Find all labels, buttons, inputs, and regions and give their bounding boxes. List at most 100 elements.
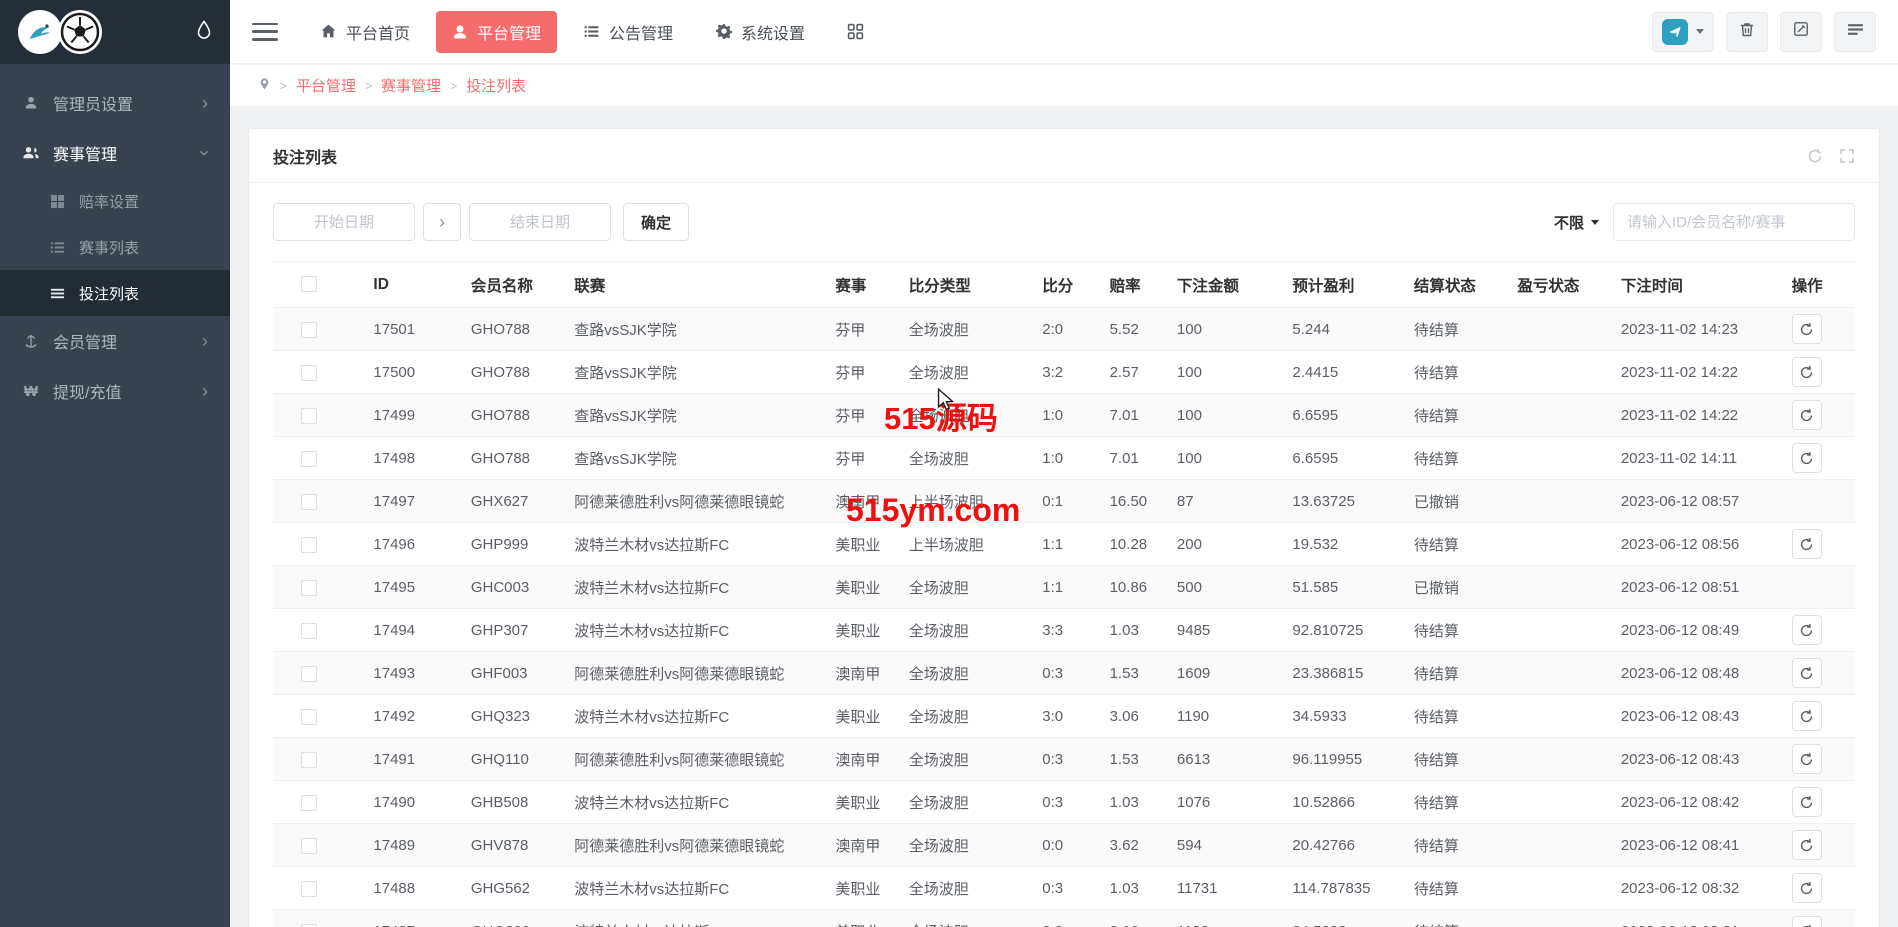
rollback-button[interactable]: [1792, 873, 1822, 903]
nav-platform-manage[interactable]: 平台管理: [436, 11, 557, 53]
logo-area: [0, 0, 230, 64]
cell-match: 查路vsSJK学院: [564, 437, 825, 480]
row-checkbox[interactable]: [301, 537, 317, 553]
start-date-input[interactable]: [273, 203, 415, 241]
cell-time: 2023-06-12 08:43: [1611, 695, 1782, 738]
cell-amount: 1190: [1167, 695, 1283, 738]
cell-league: 美职业: [825, 523, 898, 566]
cell-id: 17492: [363, 695, 460, 738]
droplet-icon[interactable]: [196, 20, 212, 45]
sidebar-item-withdraw-recharge[interactable]: ₩ 提现/充值 ›: [0, 366, 230, 416]
row-checkbox[interactable]: [301, 795, 317, 811]
cell-profit-status: [1507, 351, 1610, 394]
cell-odds: 3.06: [1100, 910, 1167, 927]
rollback-button[interactable]: [1792, 314, 1822, 344]
page-title: 投注列表: [273, 144, 337, 168]
cell-score-type: 全场波胆: [899, 910, 1033, 927]
breadcrumb-match-manage[interactable]: 赛事管理: [381, 75, 441, 96]
end-date-input[interactable]: [469, 203, 611, 241]
cell-odds: 1.03: [1100, 781, 1167, 824]
fullscreen-icon[interactable]: [1839, 148, 1855, 164]
home-icon: [320, 23, 337, 40]
row-checkbox[interactable]: [301, 881, 317, 897]
log-list-button[interactable]: [1834, 12, 1876, 52]
nav-apps-grid[interactable]: [831, 11, 880, 53]
rollback-button[interactable]: [1792, 529, 1822, 559]
sidebar-item-member-manage[interactable]: 会员管理 ›: [0, 316, 230, 366]
cell-score: 0:3: [1032, 738, 1099, 781]
cell-league: 芬甲: [825, 351, 898, 394]
confirm-button[interactable]: 确定: [623, 203, 689, 241]
header-settle-status: 结算状态: [1404, 262, 1507, 308]
cell-league: 澳南甲: [825, 480, 898, 523]
cell-score-type: 全场波胆: [899, 824, 1033, 867]
date-range-arrow-button[interactable]: ›: [423, 203, 461, 241]
row-checkbox[interactable]: [301, 494, 317, 510]
cell-amount: 1609: [1167, 652, 1283, 695]
breadcrumb-bet-list[interactable]: 投注列表: [466, 75, 526, 96]
sidebar-item-match-manage[interactable]: 赛事管理 ›: [0, 128, 230, 178]
sidebar-item-bet-list[interactable]: 投注列表: [0, 270, 230, 316]
topbar-main: 平台首页 平台管理 公告管理 系统设置: [230, 0, 1898, 64]
rollback-button[interactable]: [1792, 443, 1822, 473]
cell-amount: 594: [1167, 824, 1283, 867]
cell-score: 1:0: [1032, 394, 1099, 437]
row-checkbox[interactable]: [301, 365, 317, 381]
nav-platform-home[interactable]: 平台首页: [304, 11, 426, 53]
row-checkbox-cell: [273, 394, 363, 437]
header-time: 下注时间: [1611, 262, 1782, 308]
cell-score-type: 全场波胆: [899, 566, 1033, 609]
delete-button[interactable]: [1726, 12, 1768, 52]
cell-time: 2023-11-02 14:22: [1611, 394, 1782, 437]
sidebar-toggle-icon[interactable]: [252, 23, 278, 41]
rollback-button[interactable]: [1792, 701, 1822, 731]
row-checkbox[interactable]: [301, 709, 317, 725]
cell-settle-status: 待结算: [1404, 351, 1507, 394]
sidebar-item-odds-settings[interactable]: 赔率设置: [0, 178, 230, 224]
nav-announcement-manage[interactable]: 公告管理: [567, 11, 689, 53]
row-checkbox[interactable]: [301, 580, 317, 596]
nav-system-settings[interactable]: 系统设置: [699, 11, 821, 53]
rollback-button[interactable]: [1792, 916, 1822, 927]
edit-note-button[interactable]: [1780, 12, 1822, 52]
status-filter-dropdown[interactable]: 不限: [1554, 212, 1599, 233]
table-header: ID 会员名称 联赛 赛事 比分类型 比分 赔率 下注金额 预计盈利 结算状态 …: [273, 262, 1855, 308]
select-all-header: [273, 262, 363, 308]
breadcrumb-platform-manage[interactable]: 平台管理: [296, 75, 356, 96]
cell-profit-status: [1507, 566, 1610, 609]
rollback-button[interactable]: [1792, 830, 1822, 860]
cell-profit: 114.787835: [1282, 867, 1404, 910]
rollback-button[interactable]: [1792, 615, 1822, 645]
row-checkbox[interactable]: [301, 752, 317, 768]
cell-profit: 34.5933: [1282, 910, 1404, 927]
cell-odds: 1.03: [1100, 609, 1167, 652]
refresh-icon[interactable]: [1807, 148, 1823, 164]
row-checkbox[interactable]: [301, 666, 317, 682]
rollback-button[interactable]: [1792, 787, 1822, 817]
cell-score: 2:0: [1032, 308, 1099, 351]
cell-member: GHQ323: [461, 695, 564, 738]
row-checkbox[interactable]: [301, 838, 317, 854]
row-checkbox[interactable]: [301, 924, 317, 927]
rollback-button[interactable]: [1792, 400, 1822, 430]
row-checkbox[interactable]: [301, 451, 317, 467]
rollback-button[interactable]: [1792, 357, 1822, 387]
sidebar-item-match-list[interactable]: 赛事列表: [0, 224, 230, 270]
cell-member: GHP999: [461, 523, 564, 566]
sidebar-item-admin-settings[interactable]: 管理员设置 ›: [0, 78, 230, 128]
row-checkbox[interactable]: [301, 322, 317, 338]
bet-row: 17492GHQ323波特兰木材vs达拉斯FC美职业全场波胆3:03.06119…: [273, 695, 1855, 738]
share-dropdown-button[interactable]: [1652, 12, 1714, 52]
search-input[interactable]: [1613, 203, 1855, 241]
nav-label: 平台管理: [477, 20, 541, 44]
brand-logo[interactable]: [18, 10, 102, 54]
rollback-button[interactable]: [1792, 658, 1822, 688]
sidebar-submenu-match-manage: 赔率设置 赛事列表 投注列表: [0, 178, 230, 316]
row-checkbox[interactable]: [301, 623, 317, 639]
select-all-checkbox[interactable]: [301, 276, 317, 292]
bet-row: 17487GHQ390波特兰木材vs达拉斯FC美职业全场波胆3:23.06118…: [273, 910, 1855, 927]
cell-match: 阿德莱德胜利vs阿德莱德眼镜蛇: [564, 480, 825, 523]
row-checkbox[interactable]: [301, 408, 317, 424]
rollback-button[interactable]: [1792, 744, 1822, 774]
eagle-logo-icon: [18, 10, 62, 54]
